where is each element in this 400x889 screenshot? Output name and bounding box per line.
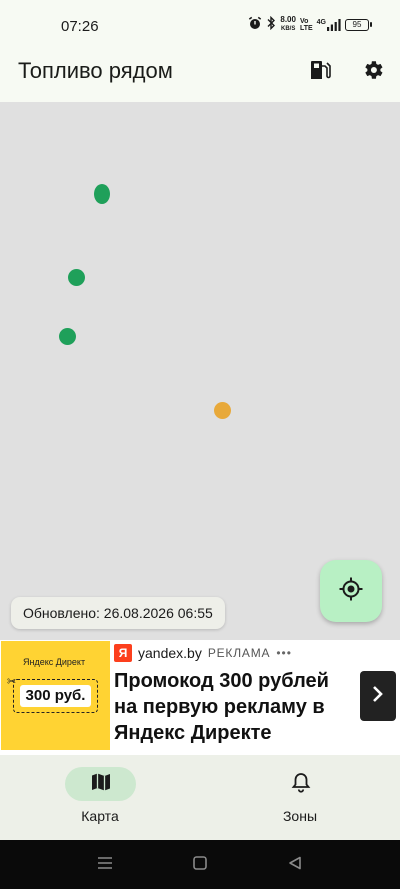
volte-label-bottom: LTE [299, 24, 313, 32]
ad-banner[interactable]: Яндекс Директ ✂ 300 руб. Я yandex.by РЕК… [0, 640, 400, 755]
ad-image[interactable]: Яндекс Директ ✂ 300 руб. [1, 641, 110, 750]
nav-label-map: Карта [81, 808, 119, 824]
nav-item-zones[interactable]: Зоны [230, 767, 360, 831]
station-marker[interactable] [59, 328, 76, 345]
station-marker[interactable] [214, 402, 231, 419]
nav-label-zones: Зоны [282, 808, 318, 824]
ad-source: Я yandex.by РЕКЛАМА ••• [114, 643, 292, 663]
app-bar: Топливо рядом [0, 50, 400, 102]
alarm-icon [248, 16, 262, 33]
system-navigation-bar [0, 840, 400, 889]
ad-image-price: 300 руб. [20, 685, 91, 707]
status-bar: 07:26 8.00 KB/S Vo LTE 4G 95 [0, 0, 400, 50]
bluetooth-icon [266, 15, 276, 33]
network-speed: 8.00 KB/S [280, 16, 296, 33]
system-back-button[interactable] [284, 854, 306, 876]
chevron-right-icon [371, 684, 385, 709]
home-icon [192, 855, 208, 876]
status-time: 07:26 [61, 18, 99, 35]
volte-label-top: Vo [299, 17, 309, 25]
ad-label: РЕКЛАМА [207, 646, 271, 660]
back-icon [287, 855, 303, 876]
nav-item-map[interactable]: Карта [30, 767, 160, 831]
ad-more-icon[interactable]: ••• [276, 646, 292, 660]
system-home-button[interactable] [189, 854, 211, 876]
battery-icon: 95 [345, 18, 372, 31]
fuel-pump-icon [308, 58, 332, 87]
ad-headline[interactable]: Промокод 300 рублей на первую рекламу в … [114, 668, 354, 746]
crosshair-icon [338, 576, 364, 607]
menu-icon [96, 855, 114, 876]
settings-button[interactable] [358, 57, 388, 87]
map-icon [90, 771, 112, 798]
system-menu-button[interactable] [94, 854, 116, 876]
my-location-button[interactable] [320, 560, 382, 622]
updated-timestamp: Обновлено: 26.08.2026 06:55 [11, 597, 225, 629]
fuel-button[interactable] [305, 57, 335, 87]
station-marker[interactable] [68, 269, 85, 286]
network-type: 4G [316, 18, 326, 26]
status-icons: 8.00 KB/S Vo LTE 4G 95 [248, 16, 372, 33]
battery-level: 95 [345, 18, 369, 31]
yandex-logo-icon: Я [114, 644, 132, 662]
app-title: Топливо рядом [18, 58, 173, 83]
station-marker[interactable] [94, 184, 110, 204]
ad-image-brand: Яндекс Директ [23, 657, 86, 667]
network-speed-unit: KB/S [280, 26, 296, 32]
gear-icon [361, 58, 385, 87]
network-speed-value: 8.00 [280, 15, 296, 24]
ad-domain[interactable]: yandex.by [138, 645, 202, 661]
signal-icon: 4G [316, 18, 341, 31]
ad-open-button[interactable] [360, 671, 396, 721]
bottom-navigation: Карта Зоны [0, 755, 400, 840]
volte-indicator: Vo LTE [300, 18, 313, 32]
nav-icon-wrapper [265, 767, 336, 801]
nav-active-indicator [65, 767, 136, 801]
ad-coupon: 300 руб. [13, 679, 98, 713]
bell-icon [290, 771, 312, 798]
